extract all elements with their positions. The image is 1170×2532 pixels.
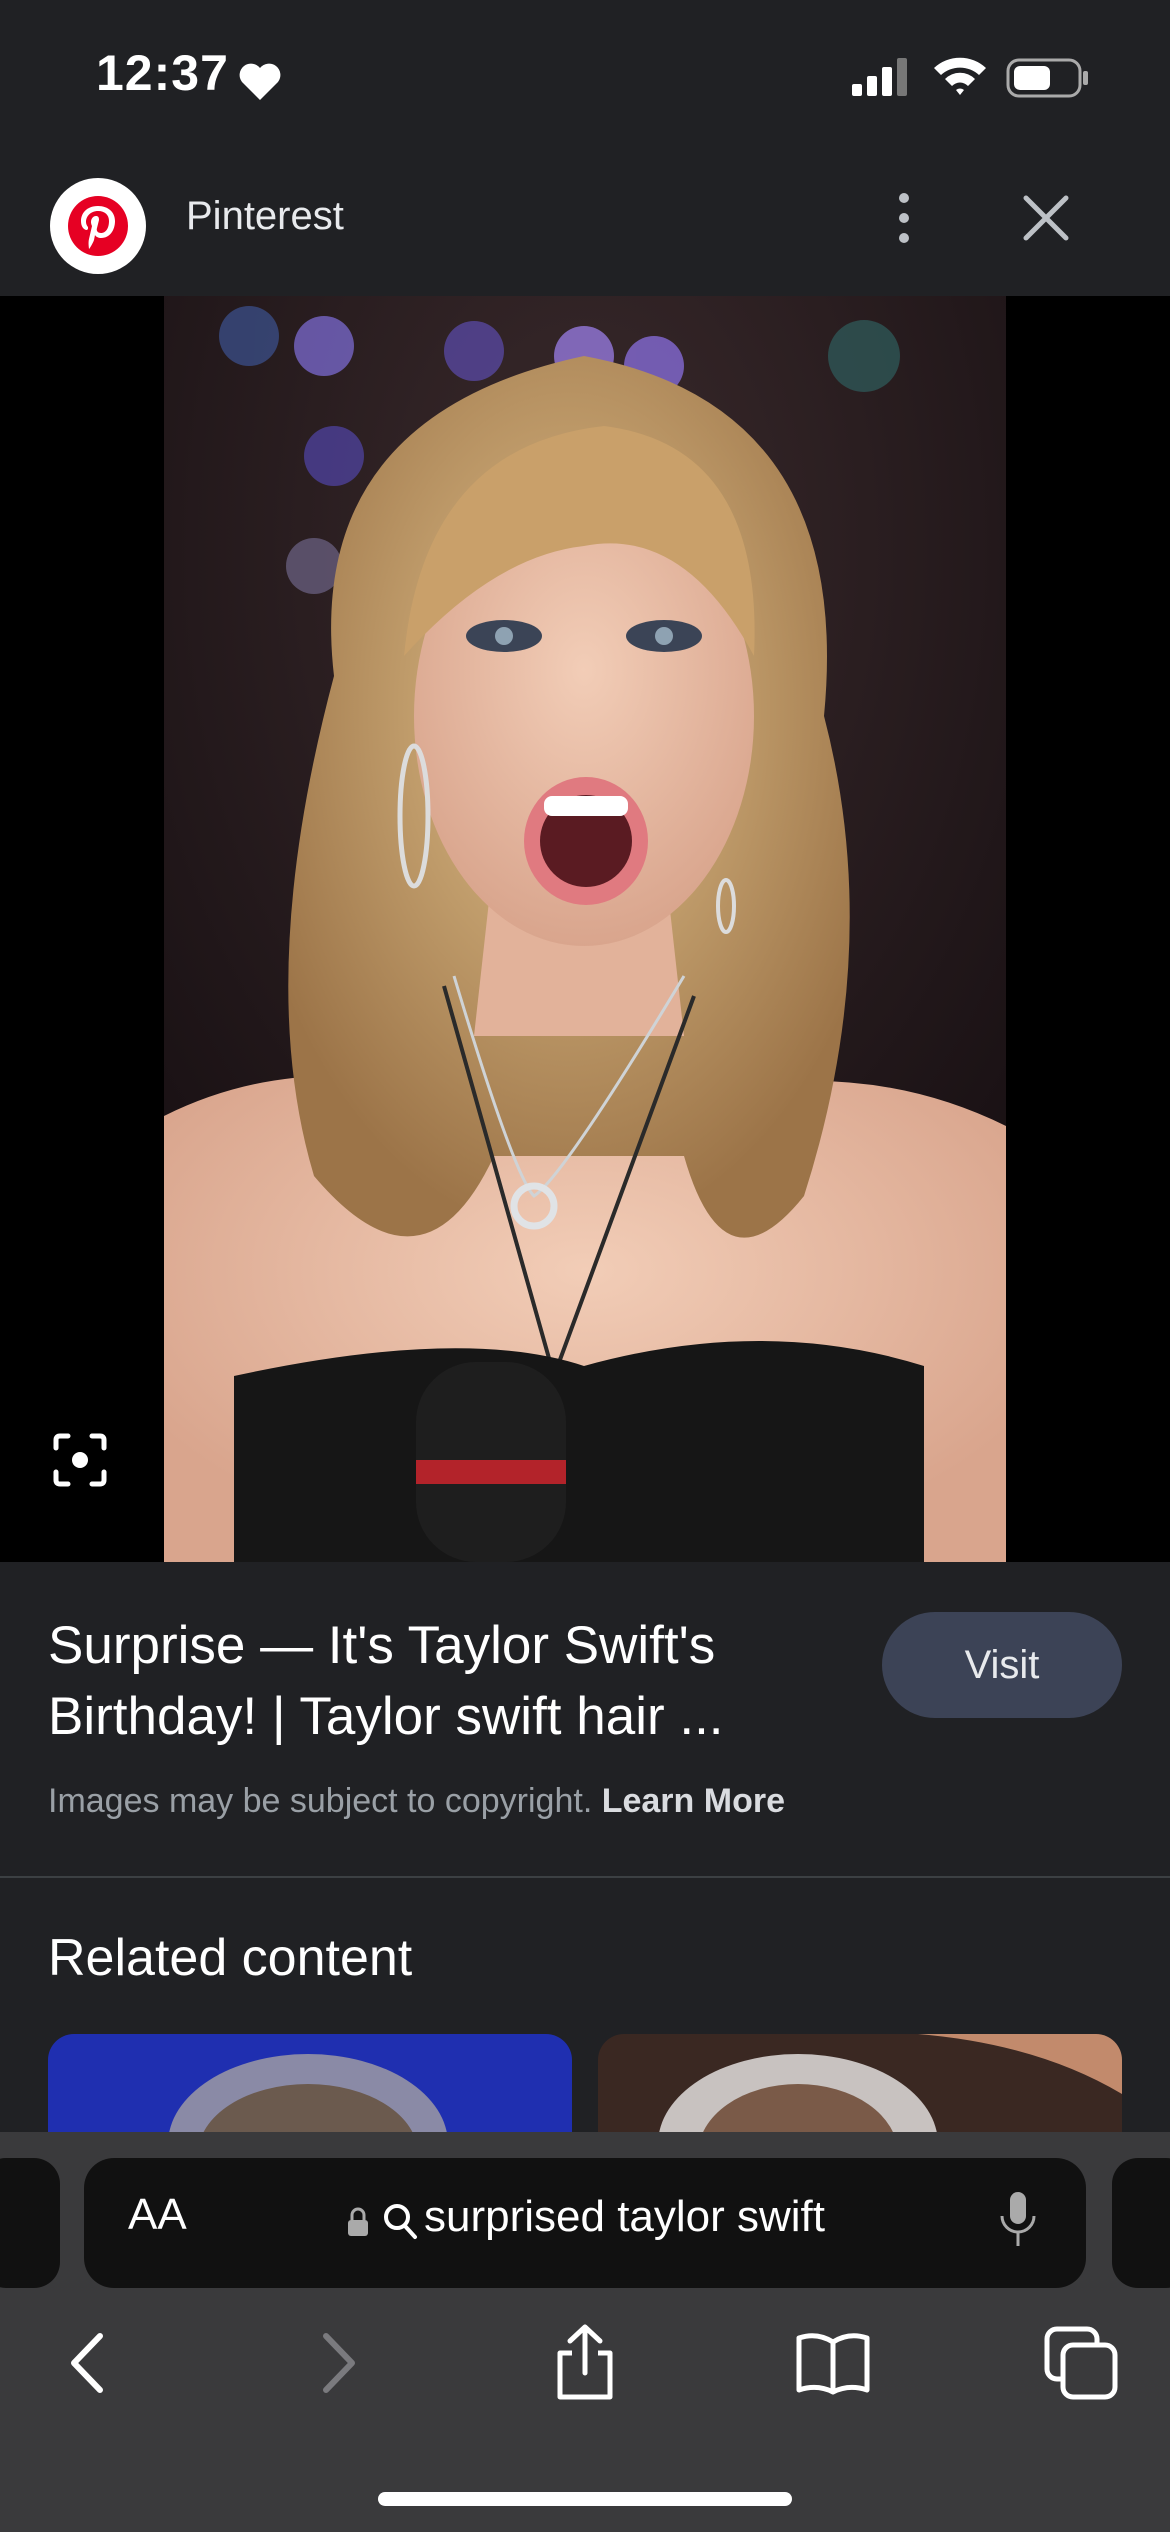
text-size-button[interactable]: AA xyxy=(128,2190,187,2240)
battery-icon xyxy=(1006,58,1088,98)
cellular-signal-icon xyxy=(852,58,907,96)
back-chevron-icon xyxy=(71,2333,103,2393)
google-lens-icon[interactable] xyxy=(50,1430,110,1490)
back-button[interactable] xyxy=(42,2318,132,2408)
result-image[interactable] xyxy=(164,296,1006,1562)
related-thumbnail-image xyxy=(598,2034,1122,2134)
close-icon[interactable] xyxy=(1018,190,1074,246)
microphone-icon[interactable] xyxy=(998,2190,1038,2250)
home-indicator[interactable] xyxy=(378,2492,792,2506)
copyright-note: Images may be subject to copyright. Lear… xyxy=(48,1782,785,1821)
next-tab-preview[interactable] xyxy=(1112,2158,1170,2288)
pinterest-logo-icon[interactable] xyxy=(50,178,146,274)
lock-icon xyxy=(348,2207,368,2236)
learn-more-link[interactable]: Learn More xyxy=(602,1782,785,1820)
wifi-icon xyxy=(934,57,986,95)
heart-icon xyxy=(239,63,281,100)
pinterest-p-icon xyxy=(68,196,128,256)
tabs-icon xyxy=(1044,2326,1118,2400)
related-content-heading: Related content xyxy=(48,1929,413,1987)
tabs-button[interactable] xyxy=(1036,2318,1126,2408)
related-thumbnail[interactable] xyxy=(598,2034,1122,2134)
source-name[interactable]: Pinterest xyxy=(186,194,344,239)
divider xyxy=(0,1876,1170,1878)
forward-button[interactable] xyxy=(294,2318,384,2408)
previous-tab-preview[interactable] xyxy=(0,2158,60,2288)
related-thumbnail-image xyxy=(48,2034,572,2134)
forward-chevron-icon xyxy=(323,2333,355,2393)
more-vert-icon[interactable] xyxy=(880,188,928,248)
bookmarks-icon xyxy=(796,2333,870,2395)
address-query[interactable]: surprised taylor swift xyxy=(424,2192,825,2242)
source-header xyxy=(0,150,1170,296)
related-thumbnail[interactable] xyxy=(48,2034,572,2134)
visit-button[interactable]: Visit xyxy=(882,1612,1122,1718)
bookmarks-button[interactable] xyxy=(788,2318,878,2408)
copyright-text: Images may be subject to copyright. xyxy=(48,1782,593,1820)
result-title[interactable]: Surprise — It's Taylor Swift's Birthday!… xyxy=(48,1610,828,1752)
share-icon xyxy=(557,2324,613,2400)
search-icon xyxy=(384,2204,417,2239)
status-time: 12:37 xyxy=(96,45,229,101)
share-button[interactable] xyxy=(540,2318,630,2408)
portrait-photo xyxy=(164,296,1006,1562)
